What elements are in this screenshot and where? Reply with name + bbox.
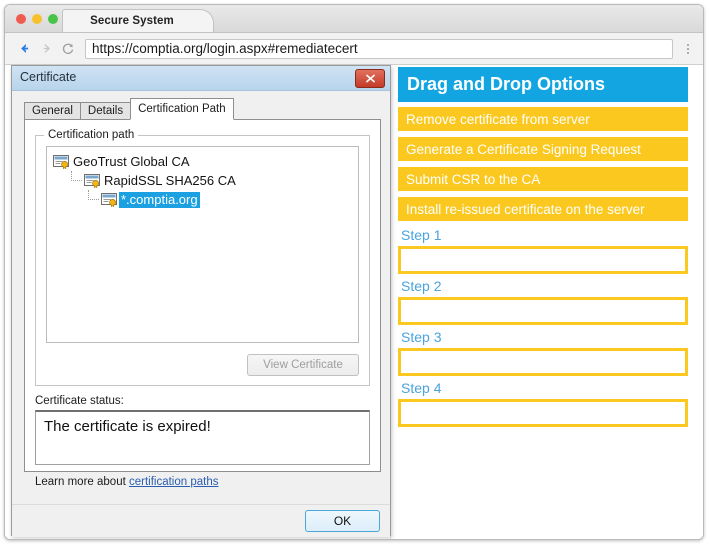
certificate-dialog-titlebar: Certificate [12, 66, 390, 91]
drag-and-drop-panel: Drag and Drop Options Remove certificate… [390, 65, 704, 540]
certificate-dialog-title: Certificate [20, 70, 76, 84]
tree-node-comptia-org[interactable]: *.comptia.org [53, 190, 354, 209]
tree-node-geotrust-global-ca[interactable]: GeoTrust Global CA [53, 152, 354, 171]
step-2-label: Step 2 [401, 278, 688, 294]
drag-option-install-certificate[interactable]: Install re-issued certificate on the ser… [398, 197, 688, 221]
reload-icon [61, 42, 75, 56]
certificate-dialog-close-button[interactable] [355, 69, 385, 88]
tree-connector-icon [87, 190, 101, 209]
tree-connector-icon [70, 171, 84, 190]
back-arrow-icon [17, 41, 32, 56]
window-controls [16, 14, 58, 24]
browser-tab-secure-system[interactable]: Secure System [62, 9, 214, 32]
address-bar[interactable]: https://comptia.org/login.aspx#remediate… [85, 39, 673, 59]
page-viewport: Drag and Drop Options Remove certificate… [5, 65, 703, 540]
learn-more-prefix: Learn more about [35, 476, 129, 488]
maximize-window-button[interactable] [48, 14, 58, 24]
step-3-drop-zone[interactable] [398, 348, 688, 376]
certification-path-tree[interactable]: GeoTrust Global CA [46, 146, 359, 343]
step-4-label: Step 4 [401, 380, 688, 396]
browser-titlebar: Secure System [5, 5, 703, 33]
certificate-status-box: The certificate is expired! [35, 410, 370, 465]
tree-node-label: GeoTrust Global CA [71, 154, 192, 170]
back-button[interactable] [13, 38, 35, 60]
view-certificate-button[interactable]: View Certificate [247, 354, 359, 376]
browser-window: Secure System https://comptia.org/login.… [4, 4, 704, 540]
tab-certification-path[interactable]: Certification Path [130, 98, 234, 120]
drag-option-generate-csr[interactable]: Generate a Certificate Signing Request [398, 137, 688, 161]
overflow-menu-icon[interactable] [679, 38, 697, 60]
certificate-icon [101, 193, 117, 207]
certification-paths-link[interactable]: certification paths [129, 476, 219, 488]
certification-path-groupbox: Certification path [35, 135, 370, 386]
step-4-drop-zone[interactable] [398, 399, 688, 427]
certificate-status-text: The certificate is expired! [44, 418, 211, 435]
ok-button[interactable]: OK [305, 510, 380, 532]
learn-more-row: Learn more about certification paths [35, 476, 370, 488]
reload-button[interactable] [57, 38, 79, 60]
browser-tab-label: Secure System [90, 15, 186, 27]
certification-path-legend: Certification path [44, 129, 138, 141]
url-text: https://comptia.org/login.aspx#remediate… [92, 41, 358, 56]
drag-option-remove-certificate[interactable]: Remove certificate from server [398, 107, 688, 131]
tab-details[interactable]: Details [80, 102, 131, 119]
step-1-drop-zone[interactable] [398, 246, 688, 274]
forward-button[interactable] [35, 38, 57, 60]
step-2-drop-zone[interactable] [398, 297, 688, 325]
certificate-icon [53, 155, 69, 169]
close-icon [365, 74, 376, 83]
tab-general[interactable]: General [24, 102, 81, 119]
certificate-icon [84, 174, 100, 188]
certification-path-tabpage: Certification path [24, 120, 381, 472]
tree-node-rapidssl-sha256-ca[interactable]: RapidSSL SHA256 CA [53, 171, 354, 190]
drag-option-submit-csr[interactable]: Submit CSR to the CA [398, 167, 688, 191]
certificate-dialog-footer: OK [12, 504, 390, 537]
step-1-label: Step 1 [401, 227, 688, 243]
certificate-tabstrip: General Details Certification Path [24, 97, 381, 120]
certificate-status-label: Certificate status: [35, 395, 370, 407]
close-window-button[interactable] [16, 14, 26, 24]
minimize-window-button[interactable] [32, 14, 42, 24]
tree-node-label: *.comptia.org [119, 192, 200, 208]
tree-node-label: RapidSSL SHA256 CA [102, 173, 238, 189]
certificate-dialog-body: General Details Certification Path Certi… [12, 91, 390, 504]
step-3-label: Step 3 [401, 329, 688, 345]
browser-toolbar: https://comptia.org/login.aspx#remediate… [5, 33, 703, 65]
forward-arrow-icon [40, 42, 53, 55]
certificate-dialog: Certificate General Details Certificatio… [11, 65, 391, 536]
drag-and-drop-header: Drag and Drop Options [398, 67, 688, 102]
